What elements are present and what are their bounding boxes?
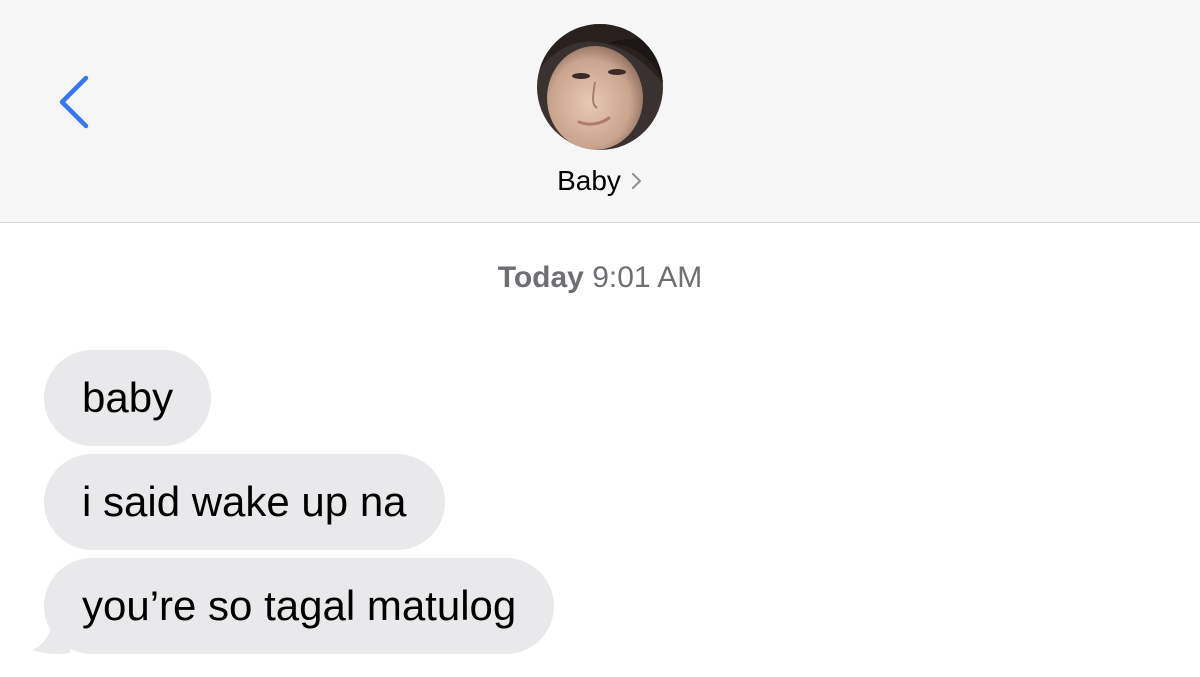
contact-photo (537, 24, 663, 150)
avatar[interactable] (537, 24, 663, 150)
conversation-header: Baby (0, 0, 1200, 223)
messages-screen: Baby Today 9:01 AM baby i said wake up n… (0, 0, 1200, 677)
message-row: you’re so tagal matulog (32, 558, 1144, 654)
contact-name-button[interactable]: Baby (0, 164, 1200, 198)
message-row: i said wake up na (44, 454, 1144, 550)
timestamp-time: 9:01 AM (592, 261, 703, 294)
message-bubble[interactable]: you’re so tagal matulog (44, 558, 555, 654)
message-list: baby i said wake up na you’re so tagal m… (32, 350, 1144, 662)
timestamp: Today 9:01 AM (0, 260, 1200, 296)
contact-name: Baby (557, 165, 621, 196)
message-row: baby (44, 350, 1144, 446)
message-bubble[interactable]: i said wake up na (44, 454, 445, 550)
contact-info: Baby (0, 0, 1200, 222)
chevron-right-icon (631, 164, 643, 198)
timestamp-day: Today (497, 261, 584, 294)
message-bubble[interactable]: baby (44, 350, 212, 446)
